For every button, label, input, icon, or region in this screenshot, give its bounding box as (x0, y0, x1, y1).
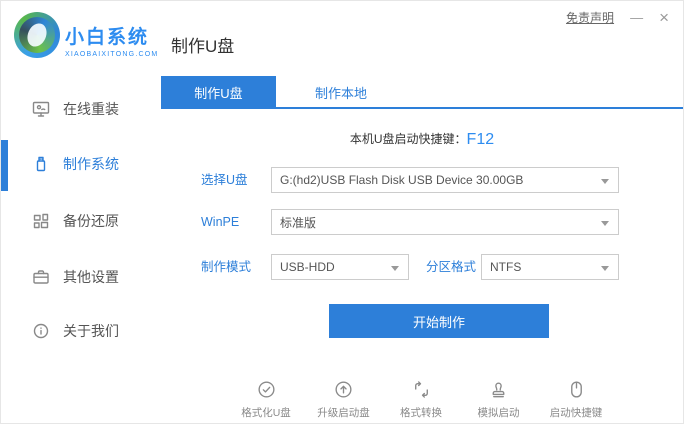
info-icon (31, 321, 51, 341)
tool-label: 升级启动盘 (317, 407, 370, 419)
disclaimer-link[interactable]: 免责声明 (566, 9, 614, 26)
tool-upgrade-boot-disk[interactable]: 升级启动盘 (315, 379, 373, 420)
sidebar-item-label: 其他设置 (63, 269, 119, 285)
chevron-down-icon (601, 179, 609, 184)
arrow-up-circle-icon (333, 379, 354, 400)
winpe-label: WinPE (201, 215, 240, 229)
monitor-reinstall-icon (31, 99, 51, 119)
chevron-down-icon (601, 221, 609, 226)
logo-subtitle: XIAOBAIXITONG.COM (65, 51, 159, 58)
settings-box-icon (31, 267, 51, 287)
logo-text: 小白系统 XIAOBAIXITONG.COM (65, 22, 158, 58)
boot-hotkey-label: 本机U盘启动快捷键： (349, 132, 467, 146)
boot-hotkey-line: 本机U盘启动快捷键：F12 (161, 130, 683, 149)
mouse-icon (566, 379, 587, 400)
tool-format-usb[interactable]: 格式化U盘 (237, 379, 295, 420)
sidebar-item-label: 关于我们 (63, 323, 119, 339)
minimize-icon[interactable]: — (630, 11, 643, 24)
partition-format-label: 分区格式 (426, 260, 477, 274)
sidebar-item-create-system[interactable]: 制作系统 (1, 147, 161, 181)
sidebar-item-label: 在线重装 (63, 101, 119, 117)
sidebar-item-online-reinstall[interactable]: 在线重装 (1, 92, 161, 126)
usb-drive-icon (31, 154, 51, 174)
sidebar-item-label: 制作系统 (63, 156, 119, 172)
start-create-button[interactable]: 开始制作 (329, 304, 549, 338)
partition-format-select-value: NTFS (490, 260, 522, 274)
stamp-icon (488, 379, 509, 400)
make-mode-select-value: USB-HDD (280, 260, 335, 274)
chevron-down-icon (601, 266, 609, 271)
tool-boot-hotkey[interactable]: 启动快捷键 (547, 379, 605, 420)
sidebar-item-about-us[interactable]: 关于我们 (1, 314, 161, 348)
make-mode-select[interactable]: USB-HDD (271, 254, 409, 280)
app-window: 免责声明 — × 小白系统 XIAOBAIXITONG.COM 制作U盘 在线重… (0, 0, 684, 424)
sidebar-item-label: 备份还原 (63, 213, 119, 229)
window-controls: 免责声明 — × (566, 9, 669, 26)
usb-drive-select[interactable]: G:(hd2)USB Flash Disk USB Device 30.00GB (271, 167, 619, 193)
make-mode-label: 制作模式 (201, 260, 252, 274)
boot-hotkey-value: F12 (466, 131, 495, 148)
tool-label: 模拟启动 (477, 407, 520, 419)
tool-format-convert[interactable]: 格式转换 (392, 379, 450, 420)
page-title: 制作U盘 (171, 37, 235, 56)
winpe-select-value: 标准版 (280, 215, 317, 230)
footer-toolbar: 格式化U盘 升级启动盘 格式转换 模拟启动 启动快捷键 (237, 379, 605, 420)
tool-label: 启动快捷键 (549, 407, 603, 419)
usb-drive-select-value: G:(hd2)USB Flash Disk USB Device 30.00GB (280, 173, 524, 187)
tab-bar: 制作U盘 制作本地 (161, 76, 683, 109)
partition-format-select[interactable]: NTFS (481, 254, 619, 280)
select-usb-label: 选择U盘 (201, 173, 248, 187)
winpe-select[interactable]: 标准版 (271, 209, 619, 235)
tool-simulate-boot[interactable]: 模拟启动 (470, 379, 528, 420)
tab-create-usb[interactable]: 制作U盘 (161, 76, 276, 109)
sidebar-item-other-settings[interactable]: 其他设置 (1, 260, 161, 294)
backup-restore-icon (31, 211, 51, 231)
close-icon[interactable]: × (659, 9, 669, 26)
logo-title: 小白系统 (65, 27, 150, 48)
check-circle-icon (256, 379, 277, 400)
sidebar-item-backup-restore[interactable]: 备份还原 (1, 204, 161, 238)
app-logo (14, 12, 60, 58)
tool-label: 格式化U盘 (241, 407, 291, 419)
chevron-down-icon (391, 266, 399, 271)
format-convert-icon (411, 379, 432, 400)
tab-create-local[interactable]: 制作本地 (276, 76, 406, 109)
tool-label: 格式转换 (400, 407, 442, 419)
